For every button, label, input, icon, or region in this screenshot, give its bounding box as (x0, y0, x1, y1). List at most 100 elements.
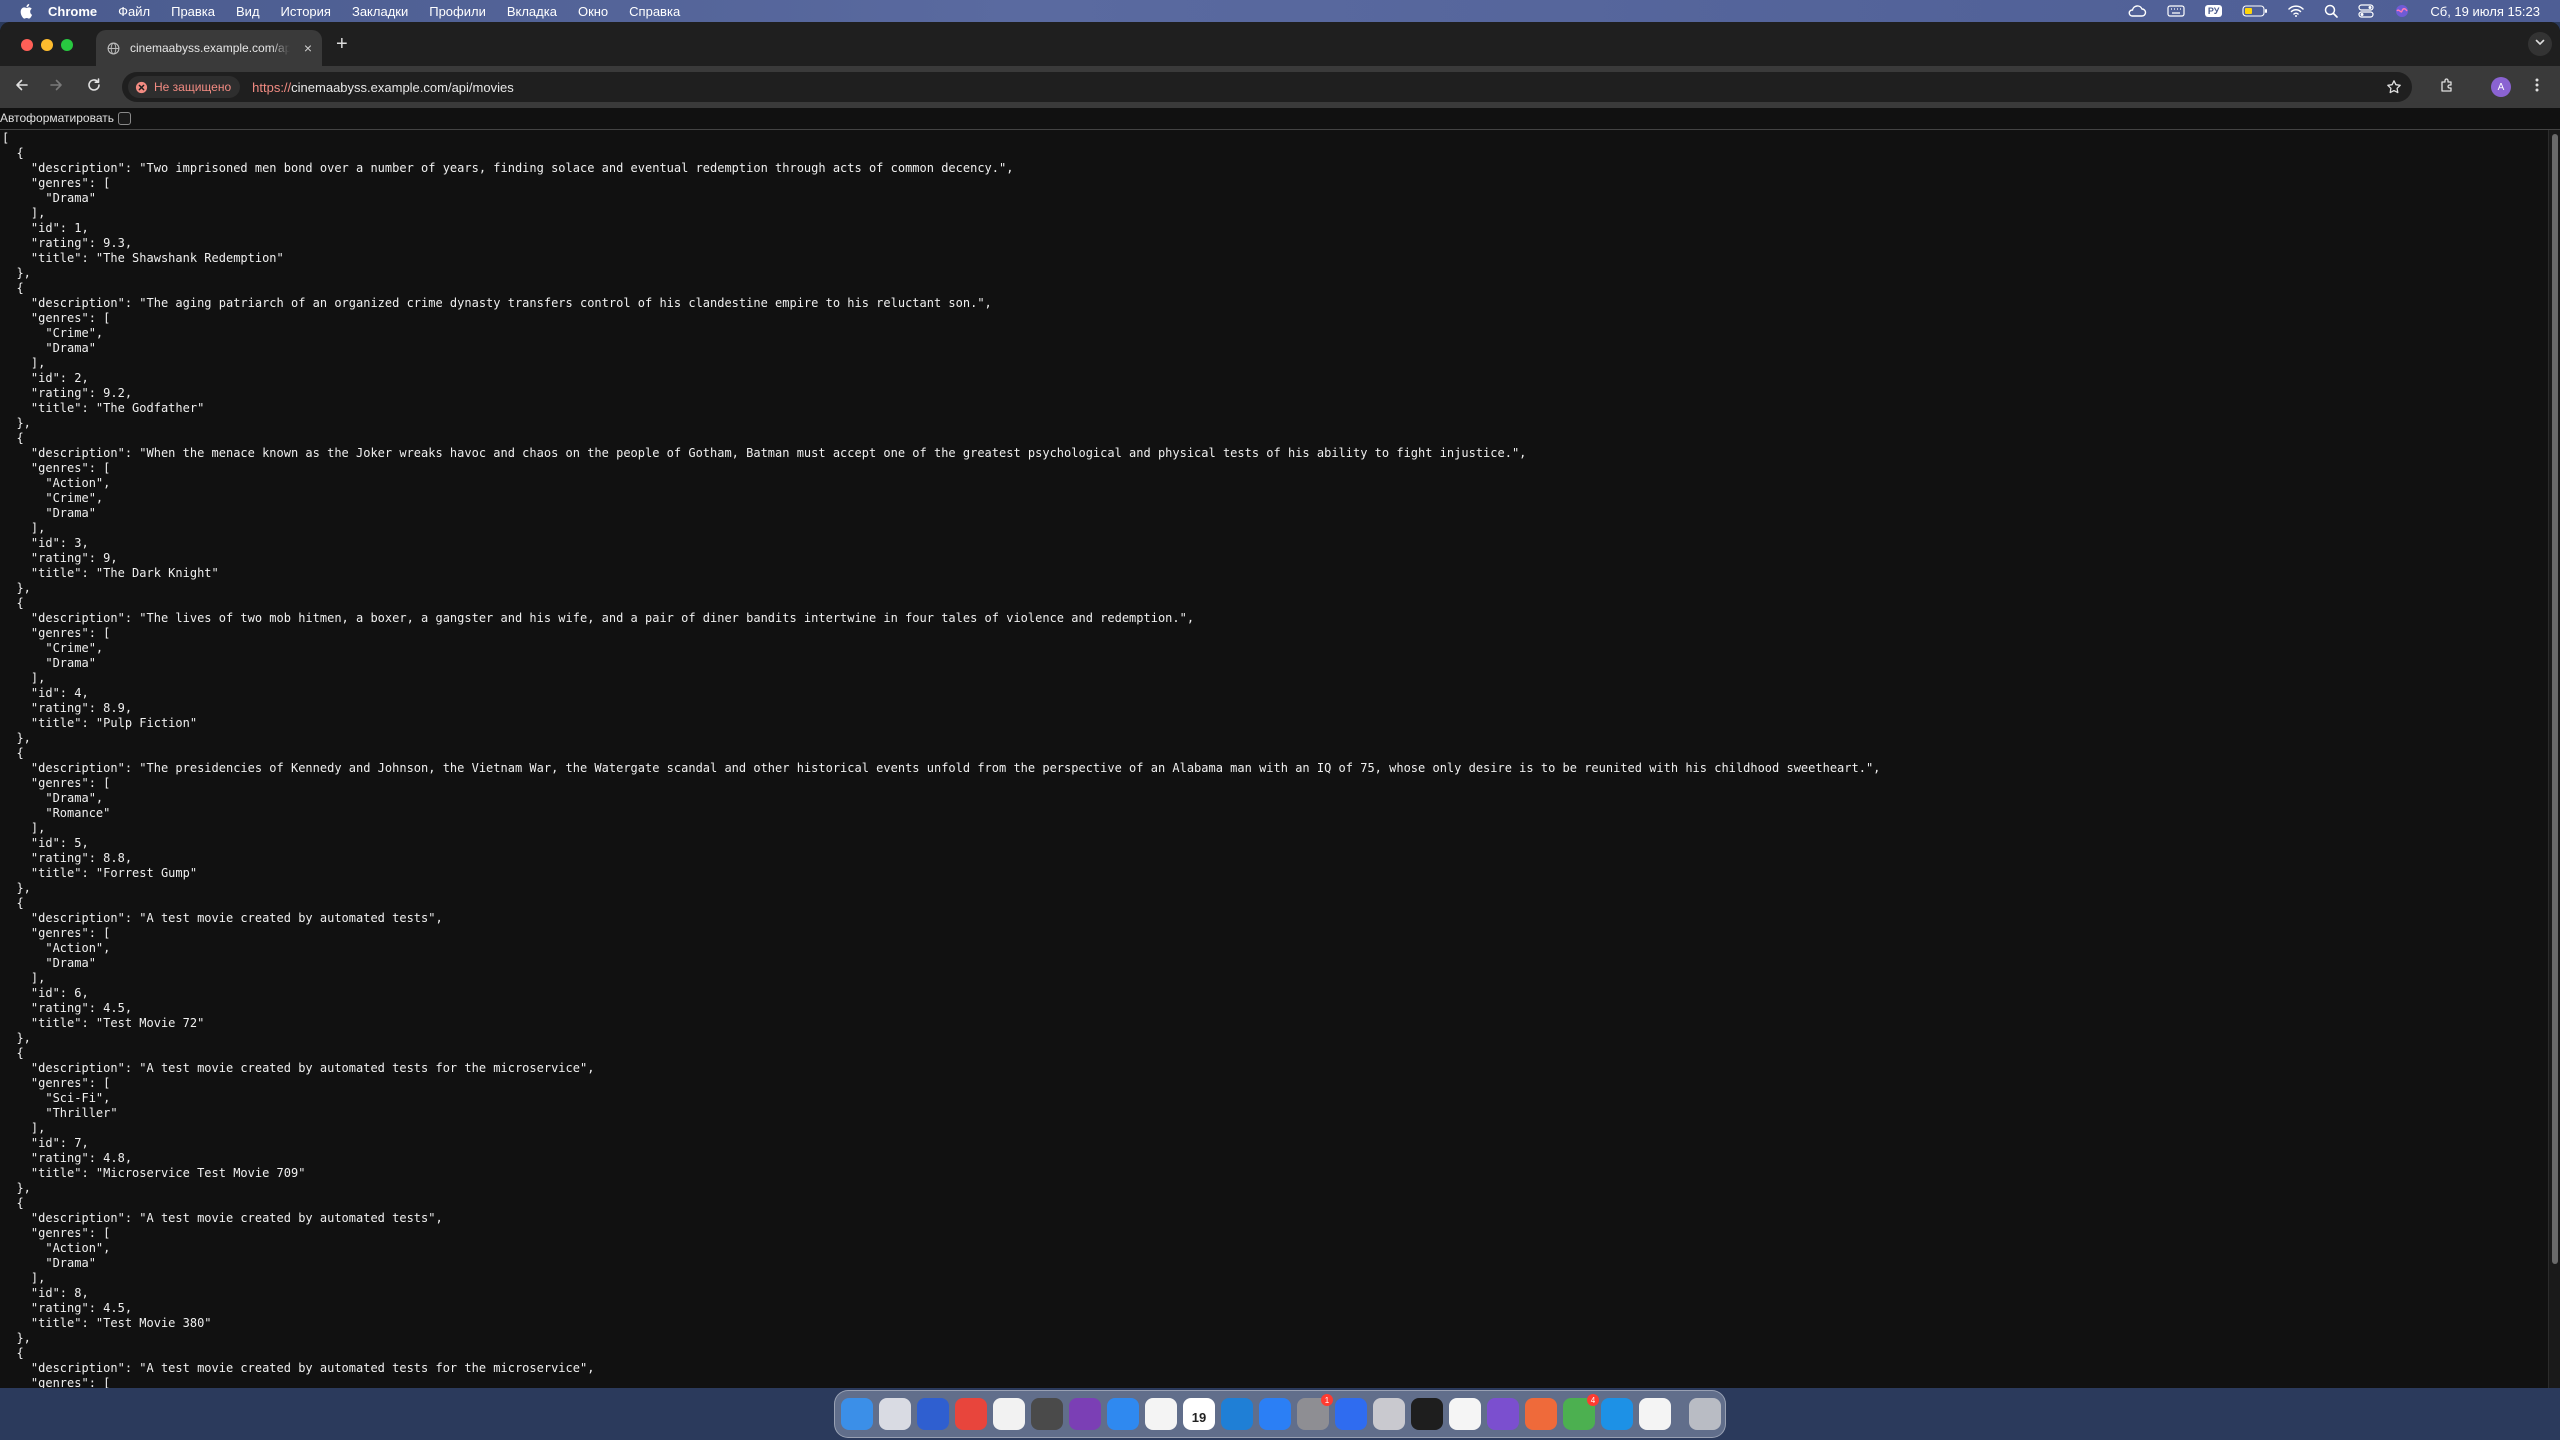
tab-api-movies[interactable]: cinemaabyss.example.com/api/movies × (96, 30, 322, 66)
menu-tab[interactable]: Вкладка (507, 4, 557, 19)
spotlight-search-icon[interactable] (2324, 0, 2339, 22)
menu-window[interactable]: Окно (578, 4, 608, 19)
onenote-icon[interactable] (1069, 1398, 1101, 1430)
json-line: "id": 1, (2, 221, 89, 235)
cloud-sync-icon[interactable] (2127, 0, 2147, 22)
json-line: "genres": [ (2, 776, 111, 790)
back-button[interactable] (10, 75, 34, 99)
json-line: }, (2, 1331, 31, 1345)
url-text[interactable]: https://cinemaabyss.example.com/api/movi… (252, 80, 514, 95)
menu-view[interactable]: Вид (236, 4, 260, 19)
menu-file[interactable]: Файл (118, 4, 150, 19)
autoformat-checkbox[interactable] (117, 111, 131, 125)
json-line: }, (2, 1031, 31, 1045)
menu-edit[interactable]: Правка (171, 4, 215, 19)
menu-app-name[interactable]: Chrome (48, 4, 97, 19)
forward-button[interactable] (44, 75, 68, 99)
chrome-icon[interactable] (993, 1398, 1025, 1430)
json-line: "genres": [ (2, 626, 111, 640)
json-line: { (2, 746, 24, 760)
notes-app-icon[interactable] (917, 1398, 949, 1430)
control-center-icon[interactable] (2358, 0, 2374, 22)
menu-help[interactable]: Справка (629, 4, 680, 19)
json-line: "Drama" (2, 1256, 96, 1270)
json-line: ], (2, 821, 46, 835)
postman-icon[interactable] (1525, 1398, 1557, 1430)
new-tab-button[interactable]: + (336, 34, 348, 54)
safari-icon[interactable] (1107, 1398, 1139, 1430)
tab-search-button[interactable] (2528, 32, 2552, 56)
trash-icon[interactable] (1689, 1398, 1721, 1430)
json-line: "genres": [ (2, 1376, 111, 1388)
json-line: "rating": 9.2, (2, 386, 133, 400)
keyboard-icon[interactable] (2167, 0, 2185, 22)
json-line: "Crime", (2, 641, 104, 655)
clock-datetime[interactable]: Сб, 19 июля 15:23 (2430, 0, 2540, 22)
textedit-icon[interactable] (1449, 1398, 1481, 1430)
arrow-left-icon (14, 77, 30, 98)
json-line: "genres": [ (2, 461, 111, 475)
json-line: ], (2, 356, 46, 370)
address-bar[interactable]: Не защищено https://cinemaabyss.example.… (122, 72, 2412, 102)
launchpad-icon[interactable] (879, 1398, 911, 1430)
tab-close-icon[interactable]: × (304, 40, 312, 56)
photos-icon[interactable] (1145, 1398, 1177, 1430)
json-line: }, (2, 731, 31, 745)
menu-history[interactable]: История (281, 4, 331, 19)
extensions-button[interactable] (2436, 76, 2458, 98)
wifi-icon[interactable] (2288, 0, 2305, 22)
github-desktop-icon[interactable] (1487, 1398, 1519, 1430)
arrow-right-icon (48, 77, 64, 98)
page-scrollbar[interactable] (2548, 130, 2560, 1388)
reload-button[interactable] (82, 75, 106, 99)
json-line: }, (2, 881, 31, 895)
freeform-icon[interactable] (1639, 1398, 1671, 1430)
json-line: "rating": 4.8, (2, 1151, 133, 1165)
security-label: Не защищено (154, 80, 232, 94)
browser-menu-button[interactable] (2526, 76, 2548, 98)
vpn-app-icon[interactable] (955, 1398, 987, 1430)
calculator-icon[interactable] (1031, 1398, 1063, 1430)
notification-badge: 4 (1587, 1394, 1599, 1406)
battery-icon[interactable] (2242, 0, 2268, 22)
json-line: "Drama" (2, 341, 96, 355)
script-editor-icon[interactable] (1373, 1398, 1405, 1430)
json-line: [ (2, 131, 10, 145)
finder-icon[interactable] (841, 1398, 873, 1430)
window-close-button[interactable] (21, 39, 33, 51)
profile-button[interactable]: A (2490, 76, 2512, 98)
copilot-app-icon[interactable] (1335, 1398, 1367, 1430)
docker-icon[interactable] (1601, 1398, 1633, 1430)
system-settings-icon[interactable]: 1 (1297, 1394, 1333, 1430)
json-line: "title": "The Dark Knight" (2, 566, 219, 580)
calendar-icon[interactable]: 19 (1183, 1398, 1215, 1430)
messages-app-icon[interactable]: 4 (1563, 1394, 1599, 1430)
bookmark-star-icon[interactable] (2384, 77, 2404, 97)
vscode-icon[interactable] (1221, 1398, 1253, 1430)
json-line: "id": 4, (2, 686, 89, 700)
security-indicator[interactable]: Не защищено (128, 76, 241, 98)
page-content: Автоформатировать [ { "description": "Tw… (0, 108, 2560, 1388)
apple-menu-icon[interactable] (18, 2, 34, 20)
json-line: { (2, 596, 24, 610)
json-line: "title": "Pulp Fiction" (2, 716, 198, 730)
json-line: "description": "A test movie created by … (2, 1211, 443, 1225)
json-line: "Action", (2, 1241, 111, 1255)
app-store-icon[interactable] (1259, 1398, 1291, 1430)
json-line: "title": "The Shawshank Redemption" (2, 251, 284, 265)
json-line: "title": "Test Movie 72" (2, 1016, 205, 1030)
window-fullscreen-button[interactable] (61, 39, 73, 51)
menu-bookmarks[interactable]: Закладки (352, 4, 408, 19)
autoformat-toggle[interactable]: Автоформатировать (0, 108, 2560, 128)
input-language-indicator[interactable]: РУ (2204, 0, 2223, 22)
scrollbar-thumb[interactable] (2552, 134, 2558, 1264)
json-response-view[interactable]: [ { "description": "Two imprisoned men b… (2, 131, 2542, 1388)
terminal-icon[interactable] (1411, 1398, 1443, 1430)
json-line: "genres": [ (2, 311, 111, 325)
json-line: "rating": 4.5, (2, 1301, 133, 1315)
json-line: { (2, 1046, 24, 1060)
siri-icon[interactable] (2394, 0, 2410, 22)
window-minimize-button[interactable] (41, 39, 53, 51)
json-line: "Drama" (2, 506, 96, 520)
menu-profiles[interactable]: Профили (429, 4, 486, 19)
